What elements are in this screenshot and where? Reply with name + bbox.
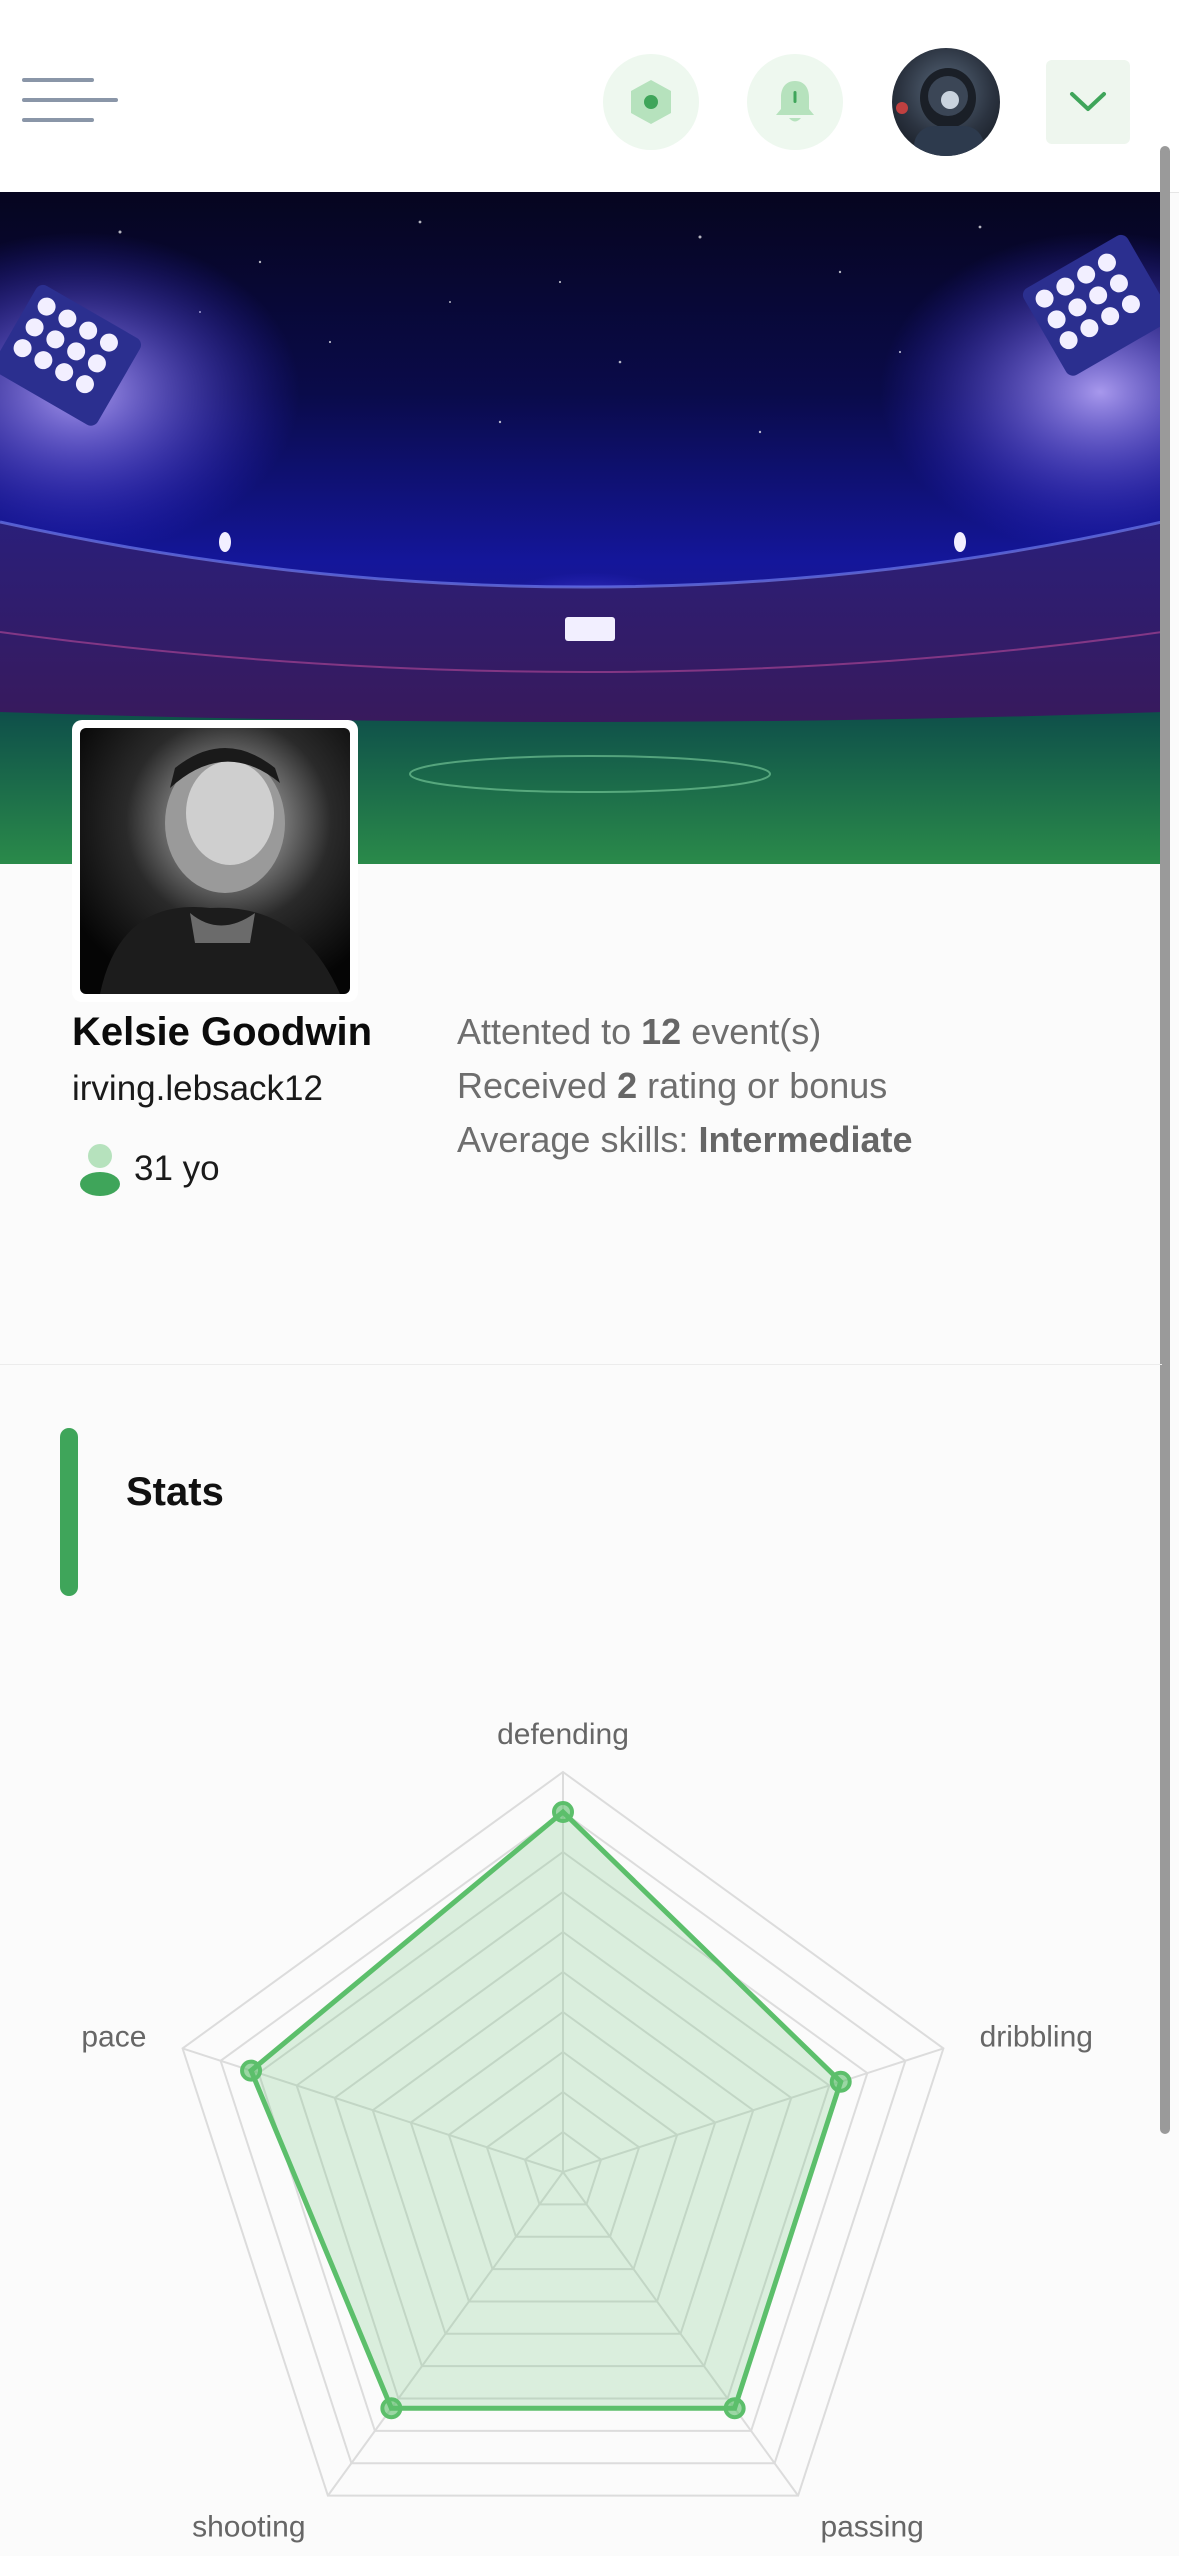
radar-point-dribbling[interactable]: [829, 2070, 852, 2093]
profile-photo-image: [80, 728, 350, 994]
notifications-button[interactable]: [747, 54, 843, 150]
age-row: 31 yo: [78, 1142, 220, 1196]
radar-point-passing[interactable]: [723, 2397, 746, 2420]
account-dropdown-button[interactable]: [1046, 60, 1130, 144]
hexagon-icon: [631, 80, 671, 124]
profile-summary: Attented to 12 event(s) Received 2 ratin…: [457, 1005, 913, 1167]
radar-chart: defending dribbling passing shooting pace: [81, 1718, 1093, 2543]
radar-point-shooting[interactable]: [380, 2397, 403, 2420]
profile-name: Kelsie Goodwin: [72, 1010, 373, 1054]
age-text: 31 yo: [134, 1149, 220, 1188]
hexagon-button[interactable]: [603, 54, 699, 150]
app-header: [0, 0, 1179, 193]
radar-axis-label-defending: defending: [497, 1718, 629, 1751]
attended-prefix: Attented to: [457, 1011, 642, 1052]
attended-line: Attented to 12 event(s): [457, 1005, 913, 1059]
received-suffix: rating or bonus: [637, 1065, 888, 1106]
section-divider: [0, 1364, 1162, 1365]
profile-photo: [72, 720, 358, 1002]
received-line: Received 2 rating or bonus: [457, 1059, 913, 1113]
radar-axis-label-passing: passing: [820, 2510, 923, 2543]
user-avatar[interactable]: [892, 48, 1000, 156]
attended-count: 12: [641, 1011, 682, 1052]
received-count: 2: [617, 1065, 638, 1106]
profile-page: Kelsie Goodwin irving.lebsack12 31 yo At…: [0, 0, 1179, 2556]
chevron-down-icon: [1070, 92, 1106, 111]
profile-username: irving.lebsack12: [72, 1069, 323, 1108]
skills-prefix: Average skills:: [457, 1119, 699, 1160]
radar-point-defending[interactable]: [552, 1801, 574, 1823]
person-icon: [80, 1144, 120, 1196]
avatar-image: [896, 68, 984, 156]
bell-icon: [776, 81, 814, 122]
stats-title: Stats: [126, 1470, 224, 1514]
radar-axis-label-pace: pace: [81, 2021, 146, 2054]
skills-value: Intermediate: [698, 1119, 913, 1160]
attended-suffix: event(s): [681, 1011, 822, 1052]
stats-accent-bar: [60, 1428, 78, 1596]
radar-axis-label-shooting: shooting: [192, 2510, 305, 2543]
skills-line: Average skills: Intermediate: [457, 1113, 913, 1167]
radar-point-pace[interactable]: [240, 2059, 263, 2082]
received-prefix: Received: [457, 1065, 618, 1106]
radar-axis-label-dribbling: dribbling: [980, 2021, 1093, 2054]
hamburger-icon[interactable]: [22, 76, 122, 126]
